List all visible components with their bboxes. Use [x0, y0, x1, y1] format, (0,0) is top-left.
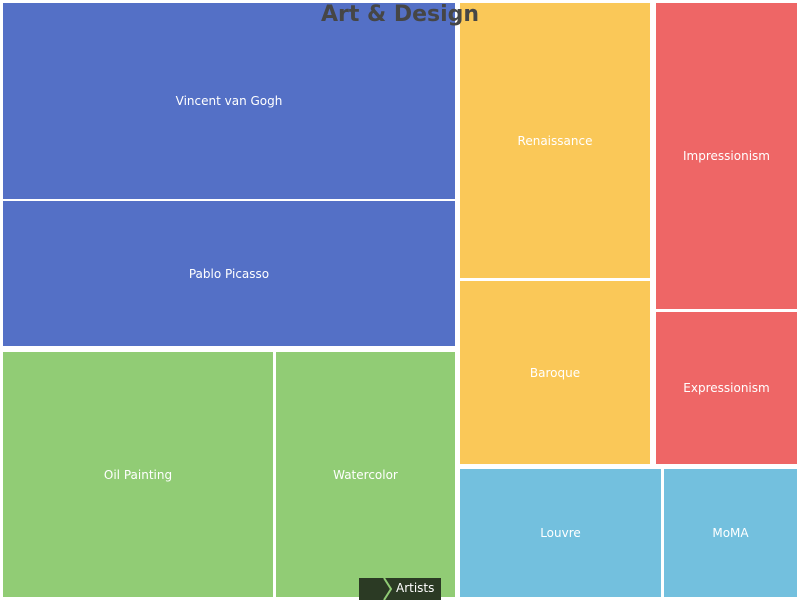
chart-title: Art & Design	[320, 2, 480, 27]
node-label: Impressionism	[683, 149, 770, 163]
node-label: Expressionism	[683, 381, 770, 395]
treemap-node-baroque[interactable]: Baroque	[460, 281, 650, 464]
node-label: MoMA	[712, 526, 749, 540]
treemap-node-moma[interactable]: MoMA	[664, 469, 797, 597]
node-label: Louvre	[540, 526, 581, 540]
treemap-node-watercolor[interactable]: Watercolor	[276, 352, 455, 597]
treemap-node-louvre[interactable]: Louvre	[460, 469, 661, 597]
node-label: Baroque	[529, 365, 581, 380]
breadcrumb-arrow-icon	[383, 578, 393, 600]
breadcrumb-label: Artists	[396, 581, 435, 595]
treemap-node-oil-painting[interactable]: Oil Painting	[3, 352, 273, 597]
treemap-node-pablo-picasso[interactable]: Pablo Picasso	[3, 201, 455, 346]
node-label: Renaissance	[517, 133, 593, 148]
treemap-node-vincent-van-gogh[interactable]: Vincent van Gogh	[3, 3, 455, 199]
node-label: Oil Painting	[103, 467, 173, 482]
breadcrumb-item[interactable]: Artists	[359, 578, 441, 600]
treemap-node-expressionism[interactable]: Expressionism	[656, 312, 797, 464]
node-label: Pablo Picasso	[188, 266, 270, 281]
treemap-node-impressionism[interactable]: Impressionism	[656, 3, 797, 309]
node-label: Vincent van Gogh	[175, 94, 283, 108]
treemap-node-renaissance[interactable]: Renaissance	[460, 3, 650, 278]
node-label: Watercolor	[333, 467, 398, 482]
